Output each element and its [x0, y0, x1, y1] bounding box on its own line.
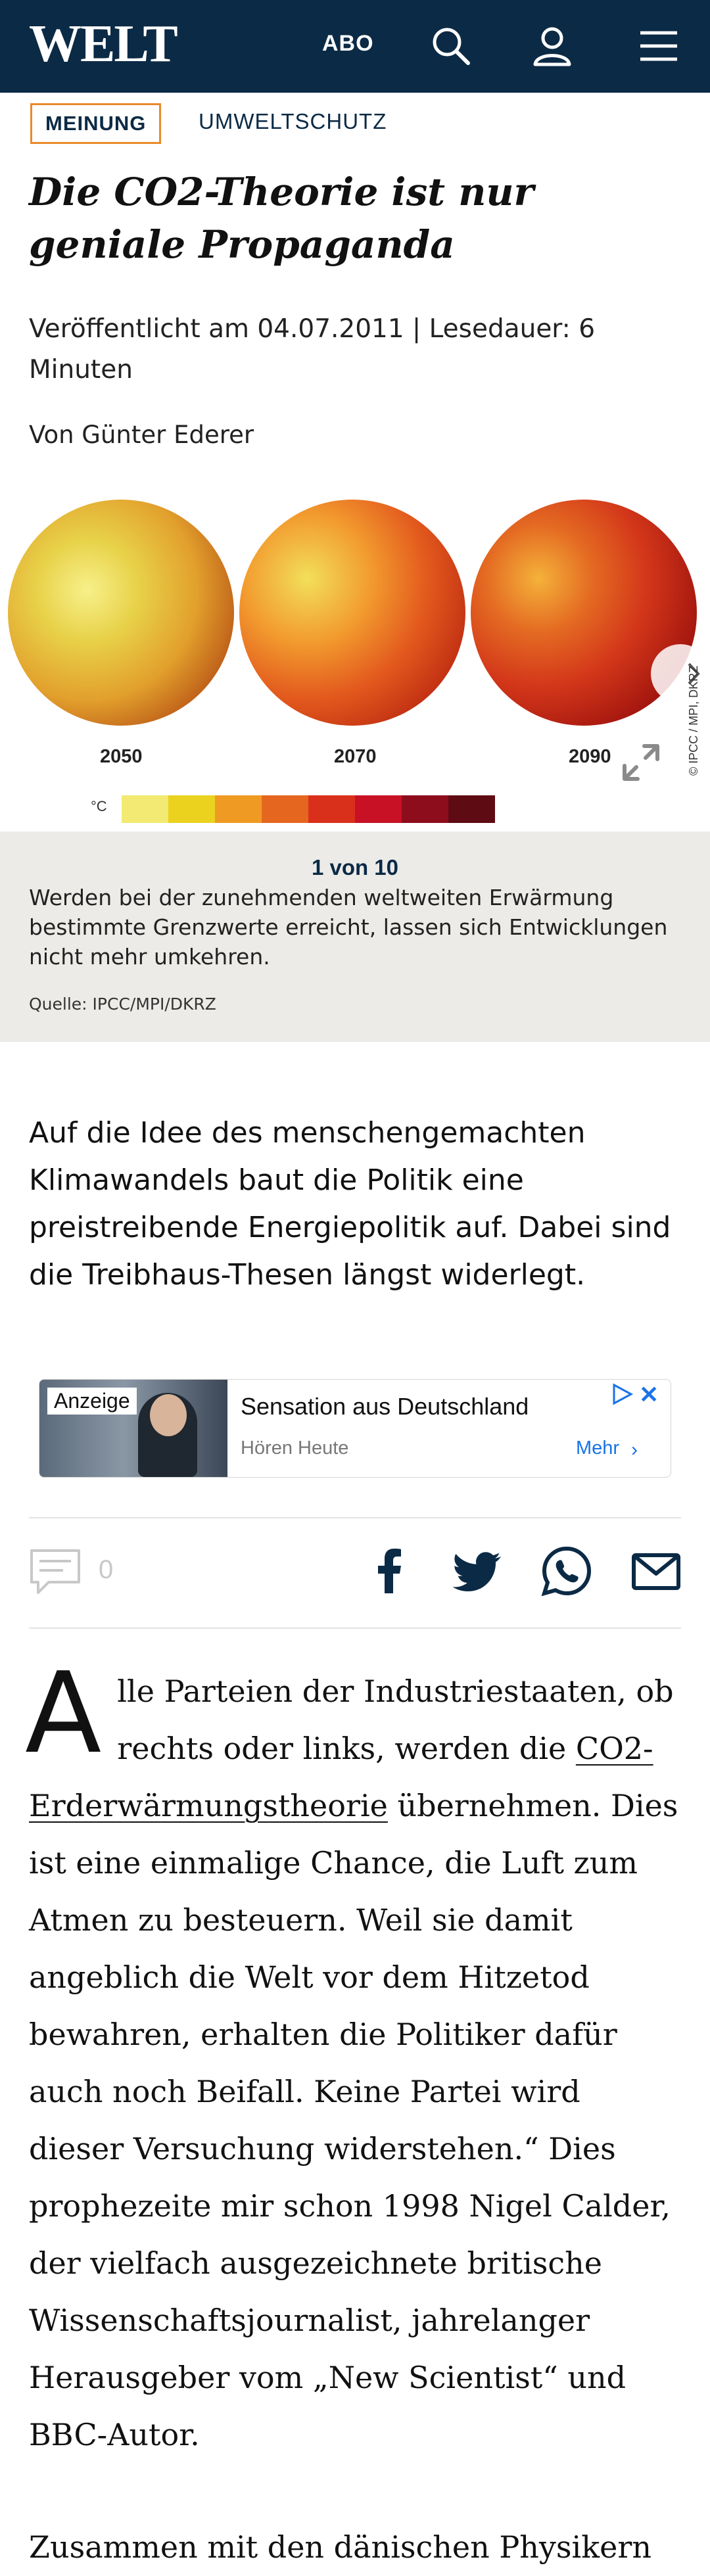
temperature-color-scale	[122, 795, 495, 823]
welt-logo[interactable]: WELT	[29, 14, 178, 74]
image-source: Quelle: IPCC/MPI/DKRZ	[29, 995, 216, 1014]
email-icon[interactable]	[630, 1545, 682, 1597]
ad-more-link[interactable]: Mehr	[576, 1438, 619, 1459]
image-gallery[interactable]: 2050 2070 2090 °C © IPCC / MPI, DKRZ	[0, 486, 710, 831]
divider	[29, 1628, 681, 1629]
comment-icon[interactable]	[29, 1548, 82, 1595]
search-icon[interactable]	[427, 22, 475, 70]
article-paragraph: Alle Parteien der Industriestaaten, ob r…	[25, 1658, 680, 2464]
adchoices-icon[interactable]	[610, 1382, 634, 1406]
year-label: 2090	[569, 746, 611, 767]
scale-swatch	[355, 795, 402, 823]
chevron-right-icon[interactable]: ›	[631, 1439, 638, 1461]
twitter-icon[interactable]	[452, 1545, 505, 1597]
unit-label: °C	[91, 798, 107, 814]
scale-swatch	[122, 795, 168, 823]
globe-image-2050	[8, 500, 234, 726]
close-ad-icon[interactable]: ✕	[639, 1381, 659, 1409]
year-label: 2070	[334, 746, 377, 767]
facebook-icon[interactable]	[363, 1545, 415, 1597]
divider	[29, 1517, 681, 1518]
account-icon[interactable]	[529, 22, 576, 70]
gallery-counter: 1 von 10	[311, 855, 399, 879]
globe-image-2070	[239, 500, 465, 726]
scale-swatch	[168, 795, 215, 823]
advertisement[interactable]: Anzeige Sensation aus Deutschland Hören …	[39, 1379, 671, 1478]
scale-swatch	[402, 795, 448, 823]
expand-icon[interactable]	[618, 739, 664, 785]
ad-person-head	[150, 1394, 187, 1436]
site-header: WELT ABO	[0, 0, 710, 93]
article-intro: Auf die Idee des menschengemachten Klima…	[29, 1116, 671, 1292]
gallery-next-button[interactable]	[651, 644, 710, 703]
topic-link[interactable]: UMWELTSCHUTZ	[199, 109, 387, 134]
whatsapp-icon[interactable]	[540, 1545, 593, 1597]
publish-info: Veröffentlicht am 04.07.2011 | Lesedauer…	[29, 314, 596, 385]
image-credit: © IPCC / MPI, DKRZ	[687, 665, 700, 776]
scale-swatch	[448, 795, 495, 823]
ad-subtitle: Hören Heute	[241, 1438, 349, 1459]
caption-text: Werden bei der zunehmenden weltweiten Er…	[29, 885, 668, 970]
category-badge[interactable]: MEINUNG	[30, 103, 162, 144]
ad-label: Anzeige	[47, 1388, 137, 1415]
menu-icon[interactable]	[635, 22, 682, 70]
gallery-caption: 1 von 10 Werden bei der zunehmenden welt…	[0, 831, 710, 1042]
paragraph-text: übernehmen. Dies ist eine einmalige Chan…	[29, 1788, 678, 2452]
article-headline: Die CO2-Theorie ist nur geniale Propagan…	[29, 170, 534, 267]
scale-swatch	[215, 795, 262, 823]
year-label: 2050	[100, 746, 143, 767]
ad-title[interactable]: Sensation aus Deutschland	[241, 1393, 529, 1420]
article-paragraph: Zusammen mit den dänischen Physikern	[29, 2529, 651, 2565]
drop-cap: A	[25, 1649, 102, 1779]
scale-swatch	[308, 795, 355, 823]
author-byline[interactable]: Von Günter Ederer	[29, 421, 254, 449]
comment-count[interactable]: 0	[99, 1555, 113, 1585]
abo-link[interactable]: ABO	[322, 31, 374, 57]
scale-swatch	[262, 795, 308, 823]
